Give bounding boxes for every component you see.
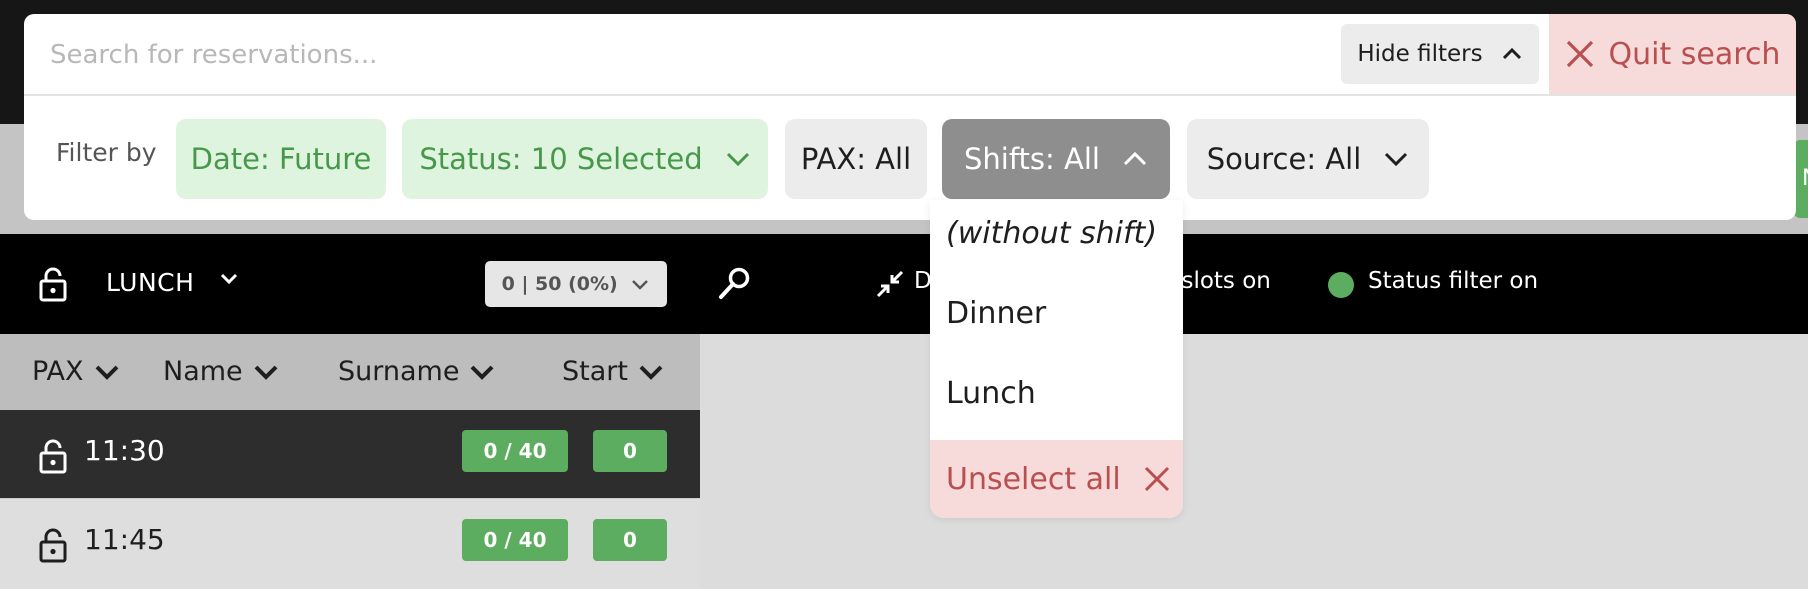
count-badge: 0 bbox=[593, 430, 667, 472]
partial-green-button[interactable]: N bbox=[1794, 140, 1808, 218]
shift-option-without-shift[interactable]: (without shift) bbox=[946, 216, 1157, 251]
chevron-down-icon bbox=[726, 152, 749, 167]
lock-icon[interactable] bbox=[38, 266, 68, 306]
lock-icon[interactable] bbox=[38, 527, 68, 567]
partial-green-button-label: N bbox=[1802, 166, 1808, 191]
shifts-dropdown-menu: (without shift) Dinner Lunch Unselect al… bbox=[930, 200, 1183, 518]
table-row[interactable]: 11:45 0 / 40 0 bbox=[0, 498, 700, 589]
shift-selector-label[interactable]: LUNCH bbox=[106, 268, 194, 297]
column-header-label: Name bbox=[163, 356, 243, 387]
date-filter-label: Date: Future bbox=[190, 142, 372, 176]
shifts-filter-label: Shifts: All bbox=[964, 142, 1100, 176]
source-filter-label: Source: All bbox=[1206, 142, 1362, 176]
close-icon bbox=[1566, 40, 1593, 68]
search-input[interactable] bbox=[48, 28, 1332, 82]
chevron-down-icon bbox=[632, 279, 649, 290]
chevron-up-icon bbox=[1502, 47, 1521, 60]
quit-search-label: Quit search bbox=[1608, 36, 1781, 72]
capacity-badge: 0 / 40 bbox=[462, 519, 568, 561]
column-header-name[interactable]: Name bbox=[163, 356, 279, 387]
capacity-dropdown[interactable]: 0 | 50 (0%) bbox=[485, 261, 667, 307]
column-header-label: Start bbox=[562, 356, 628, 387]
table-row[interactable]: 11:30 0 / 40 0 bbox=[0, 410, 700, 498]
table-header: PAX Name Surname Start bbox=[0, 334, 700, 410]
pax-filter-chip[interactable]: PAX: All bbox=[785, 119, 927, 199]
quit-search-button[interactable]: Quit search bbox=[1549, 14, 1796, 94]
column-header-label: PAX bbox=[32, 356, 84, 387]
status-indicator-dot bbox=[1328, 272, 1354, 298]
count-badge: 0 bbox=[593, 519, 667, 561]
chevron-down-icon bbox=[471, 365, 494, 380]
shift-bar: LUNCH 0 | 50 (0%) D e slots on Status fi… bbox=[0, 234, 1808, 334]
chevron-up-icon bbox=[1123, 151, 1147, 166]
hide-filters-button[interactable]: Hide filters bbox=[1341, 24, 1539, 84]
magnifier-icon[interactable] bbox=[716, 266, 752, 306]
timeline-area bbox=[700, 334, 1808, 588]
column-header-start[interactable]: Start bbox=[562, 356, 664, 387]
compress-icon[interactable] bbox=[876, 270, 904, 302]
chevron-down-icon bbox=[95, 365, 118, 380]
shift-option-lunch[interactable]: Lunch bbox=[946, 376, 1036, 411]
unselect-all-label: Unselect all bbox=[946, 461, 1121, 497]
search-panel: Hide filters Quit search Filter by Date:… bbox=[24, 14, 1796, 220]
search-row: Hide filters Quit search bbox=[24, 14, 1796, 96]
filter-by-label: Filter by bbox=[56, 138, 157, 167]
status-filter-label: Status: 10 Selected bbox=[419, 142, 703, 176]
source-filter-chip[interactable]: Source: All bbox=[1187, 119, 1429, 199]
hide-filters-label: Hide filters bbox=[1357, 41, 1483, 67]
capacity-badge: 0 / 40 bbox=[462, 430, 568, 472]
pax-filter-label: PAX: All bbox=[800, 142, 912, 176]
slot-time: 11:45 bbox=[84, 523, 165, 556]
shifts-filter-chip[interactable]: Shifts: All bbox=[942, 119, 1170, 199]
unselect-all-button[interactable]: Unselect all bbox=[930, 440, 1183, 518]
column-header-surname[interactable]: Surname bbox=[338, 356, 495, 387]
slot-time: 11:30 bbox=[84, 434, 165, 467]
shift-option-dinner[interactable]: Dinner bbox=[946, 296, 1046, 331]
column-header-label: Surname bbox=[338, 356, 460, 387]
close-icon bbox=[1144, 466, 1169, 492]
date-filter-chip[interactable]: Date: Future bbox=[176, 119, 386, 199]
capacity-value: 0 | 50 (0%) bbox=[501, 273, 618, 295]
chevron-down-icon bbox=[254, 365, 278, 380]
column-header-pax[interactable]: PAX bbox=[32, 356, 120, 387]
lock-icon[interactable] bbox=[38, 438, 68, 478]
chevron-down-icon bbox=[1385, 152, 1408, 167]
status-filter-chip[interactable]: Status: 10 Selected bbox=[402, 119, 768, 199]
legend-status-text: Status filter on bbox=[1368, 268, 1539, 294]
chevron-down-icon bbox=[639, 365, 663, 380]
chevron-down-icon[interactable] bbox=[218, 268, 240, 294]
